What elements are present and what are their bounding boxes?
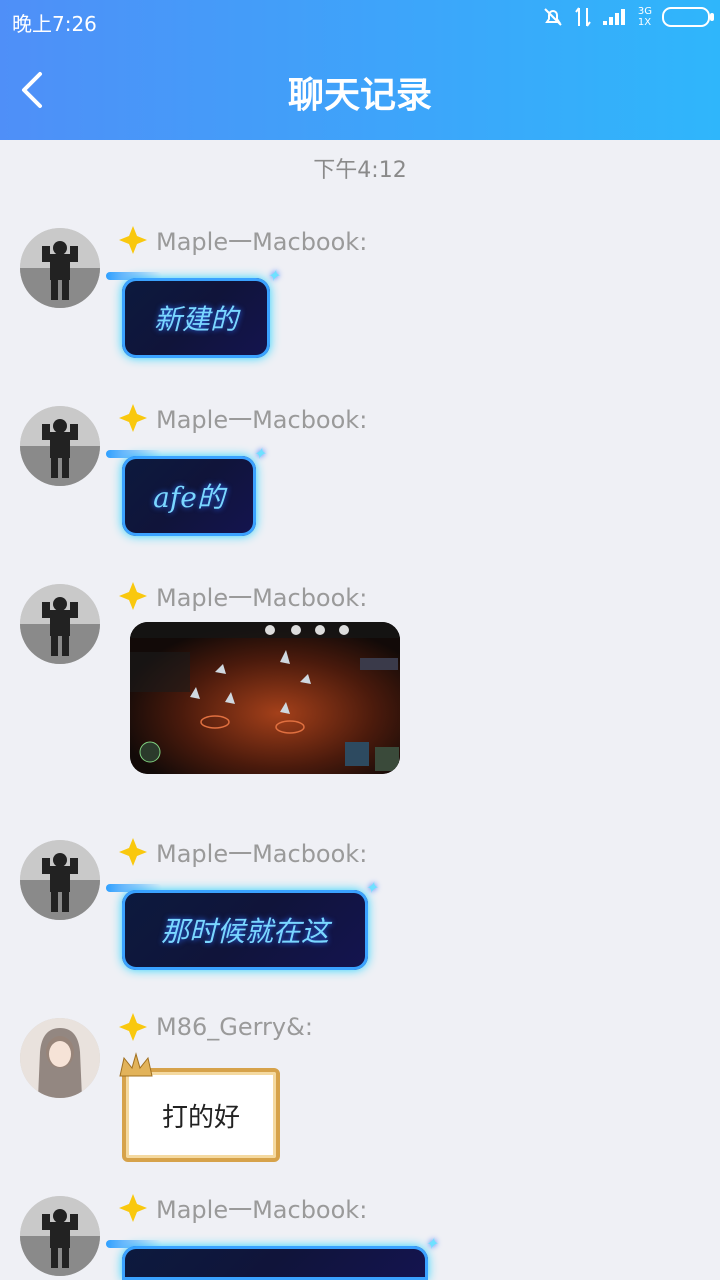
avatar-person-icon	[20, 584, 100, 664]
avatar[interactable]	[20, 1018, 100, 1098]
avatar-person-icon	[20, 406, 100, 486]
sender-name: Maple一Macbook:	[156, 1196, 368, 1224]
sender-name: Maple一Macbook:	[156, 840, 368, 868]
status-time: 晚上7:26	[12, 12, 97, 36]
vip-star-icon	[119, 581, 147, 610]
timestamp-divider: 下午4:12	[313, 158, 407, 183]
sender-row: Maple一Macbook:	[118, 1190, 367, 1225]
message-bubble[interactable]: 打的好	[119, 1052, 280, 1162]
data-transfer-icon	[575, 7, 591, 27]
page-title: 聊天记录	[287, 75, 432, 116]
message-text: 新建的	[153, 303, 238, 336]
sender-name: Maple一Macbook:	[156, 584, 368, 612]
crown-icon	[119, 1052, 153, 1077]
sender-row: Maple一Macbook:	[118, 578, 367, 613]
avatar[interactable]	[20, 1196, 100, 1276]
network-speed: 1X	[637, 17, 652, 28]
avatar-person-icon	[20, 228, 100, 308]
status-icons: 3G 1X	[542, 6, 714, 28]
status-bar: 晚上7:26 3G 1X	[0, 0, 720, 40]
avatar[interactable]	[20, 840, 100, 920]
message-text: afe的	[153, 481, 225, 514]
mute-icon	[544, 8, 562, 26]
network-indicator: 3G 1X	[638, 6, 652, 28]
avatar[interactable]	[20, 406, 100, 486]
sender-row: Maple一Macbook:	[118, 834, 367, 869]
vip-star-icon	[119, 225, 147, 254]
vip-star-icon	[119, 837, 147, 866]
sender-name: M86_Gerry&:	[156, 1013, 313, 1041]
battery-icon	[662, 7, 714, 27]
image-message[interactable]	[130, 622, 400, 774]
sender-name: Maple一Macbook:	[156, 406, 368, 434]
avatar-person-icon	[20, 840, 100, 920]
avatar-person-icon	[20, 1196, 100, 1276]
top-bar: 晚上7:26 3G 1X 聊天记录	[0, 0, 720, 140]
avatar[interactable]	[20, 584, 100, 664]
message-bubble[interactable]: 新建的	[106, 266, 280, 358]
signal-icon	[602, 9, 625, 25]
sender-name: Maple一Macbook:	[156, 228, 368, 256]
avatar-woman-icon	[20, 1018, 100, 1098]
message-bubble[interactable]: afe的	[106, 444, 266, 536]
sender-row: M86_Gerry&:	[118, 1012, 313, 1042]
game-screenshot-image	[130, 622, 400, 774]
message-bubble[interactable]	[106, 1234, 438, 1280]
message-text: 那时候就在这	[160, 915, 329, 948]
sender-row: Maple一Macbook:	[118, 222, 367, 257]
avatar[interactable]	[20, 228, 100, 308]
network-type: 3G	[637, 6, 652, 17]
sender-row: Maple一Macbook:	[118, 400, 367, 435]
message-bubble[interactable]: 那时候就在这	[106, 878, 378, 970]
message-text: 打的好	[161, 1102, 240, 1133]
vip-star-icon	[119, 403, 147, 432]
vip-star-icon	[119, 1013, 147, 1041]
vip-star-icon	[119, 1193, 147, 1222]
